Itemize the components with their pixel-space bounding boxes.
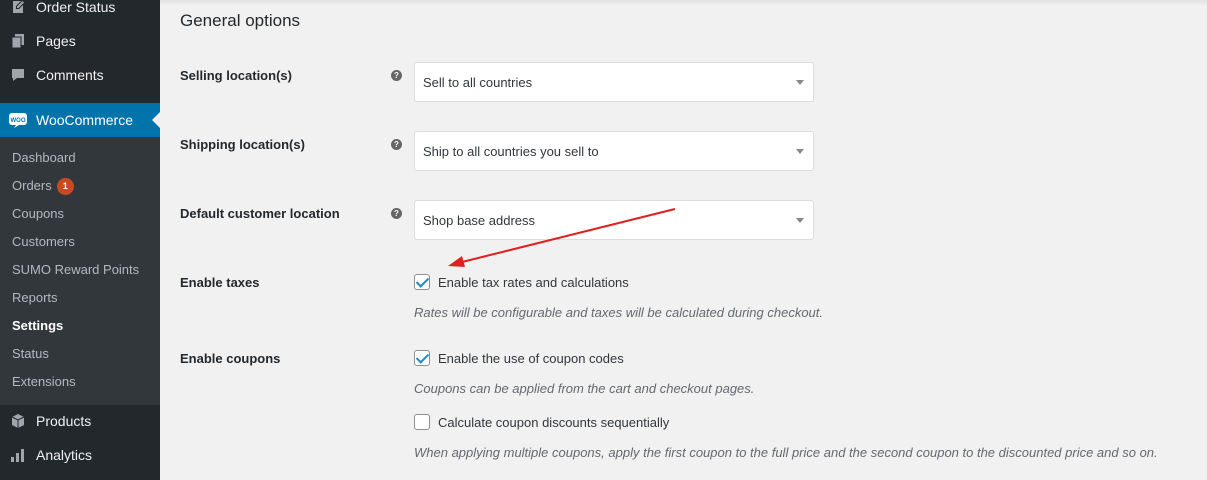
- menu-label: Order Status: [36, 0, 116, 15]
- dropdown-arrow-icon: [796, 218, 804, 223]
- submenu-item-settings[interactable]: Settings: [12, 316, 63, 336]
- sequential-coupons-checkbox[interactable]: [414, 414, 430, 430]
- dropdown-arrow-icon: [796, 149, 804, 154]
- shipping-locations-select[interactable]: Ship to all countries you sell to: [414, 131, 814, 171]
- menu-item-order-status[interactable]: Order Status: [0, 0, 160, 24]
- menu-label: Comments: [36, 67, 104, 83]
- dropdown-arrow-icon: [796, 80, 804, 85]
- menu-label: WooCommerce: [36, 112, 133, 128]
- select-value: Shop base address: [423, 212, 536, 228]
- coupons-description: Coupons can be applied from the cart and…: [414, 381, 755, 396]
- sequential-coupons-description: When applying multiple coupons, apply th…: [414, 445, 1158, 460]
- help-tip-icon[interactable]: ?: [391, 70, 402, 81]
- checkbox-label: Enable the use of coupon codes: [438, 350, 624, 366]
- woocommerce-icon: WOO: [0, 112, 36, 128]
- menu-label: Analytics: [36, 447, 93, 463]
- select-value: Sell to all countries: [423, 74, 533, 90]
- enable-coupons-checkbox[interactable]: [414, 350, 430, 366]
- select-value: Ship to all countries you sell to: [423, 143, 599, 159]
- checkbox-label: Calculate coupon discounts sequentially: [438, 414, 670, 430]
- admin-sidebar: Order Status Pages Comments WOO WooComme…: [0, 0, 160, 480]
- enable-taxes-option[interactable]: Enable tax rates and calculations: [414, 274, 629, 290]
- selling-locations-select[interactable]: Sell to all countries: [414, 62, 814, 102]
- menu-item-products[interactable]: Products: [0, 404, 160, 438]
- submenu-item-dashboard[interactable]: Dashboard: [12, 148, 76, 168]
- help-tip-icon[interactable]: ?: [391, 139, 402, 150]
- pin-icon: [0, 0, 36, 15]
- checkbox-label: Enable tax rates and calculations: [438, 274, 629, 290]
- submenu-item-reports[interactable]: Reports: [12, 288, 58, 308]
- enable-coupons-label: Enable coupons: [180, 351, 281, 366]
- box-icon: [0, 413, 36, 429]
- shipping-locations-label: Shipping location(s): [180, 137, 305, 152]
- enable-coupons-option[interactable]: Enable the use of coupon codes: [414, 350, 624, 366]
- submenu-item-coupons[interactable]: Coupons: [12, 204, 64, 224]
- enable-taxes-label: Enable taxes: [180, 275, 260, 290]
- menu-item-comments[interactable]: Comments: [0, 58, 160, 92]
- submenu-item-orders[interactable]: Orders 1: [12, 176, 74, 196]
- default-customer-location-label: Default customer location: [180, 206, 340, 221]
- taxes-description: Rates will be configurable and taxes wil…: [414, 305, 824, 320]
- woo-logo-text: WOO: [11, 118, 26, 124]
- help-tip-icon[interactable]: ?: [391, 208, 402, 219]
- enable-taxes-checkbox[interactable]: [414, 274, 430, 290]
- submenu-item-extensions[interactable]: Extensions: [12, 372, 76, 392]
- menu-item-analytics[interactable]: Analytics: [0, 438, 160, 472]
- submenu-item-status[interactable]: Status: [12, 344, 49, 364]
- menu-label: Pages: [36, 33, 76, 49]
- bar-chart-icon: [0, 447, 36, 463]
- menu-item-woocommerce[interactable]: WOO WooCommerce: [0, 103, 160, 137]
- woocommerce-submenu: Dashboard Orders 1 Coupons Customers SUMO…: [0, 137, 160, 405]
- orders-count-badge: 1: [56, 177, 74, 195]
- top-shadow: [160, 0, 1207, 6]
- submenu-item-sumo-reward-points[interactable]: SUMO Reward Points: [12, 260, 139, 280]
- submenu-item-customers[interactable]: Customers: [12, 232, 75, 252]
- default-customer-location-select[interactable]: Shop base address: [414, 200, 814, 240]
- menu-item-pages[interactable]: Pages: [0, 24, 160, 58]
- current-menu-pointer: [152, 112, 160, 128]
- menu-label: Products: [36, 413, 92, 429]
- comment-icon: [0, 67, 36, 83]
- pages-icon: [0, 33, 36, 49]
- selling-locations-label: Selling location(s): [180, 68, 292, 83]
- section-title: General options: [180, 11, 301, 30]
- sequential-coupons-option[interactable]: Calculate coupon discounts sequentially: [414, 414, 669, 430]
- settings-content: General options Selling location(s) ? Se…: [160, 0, 1207, 480]
